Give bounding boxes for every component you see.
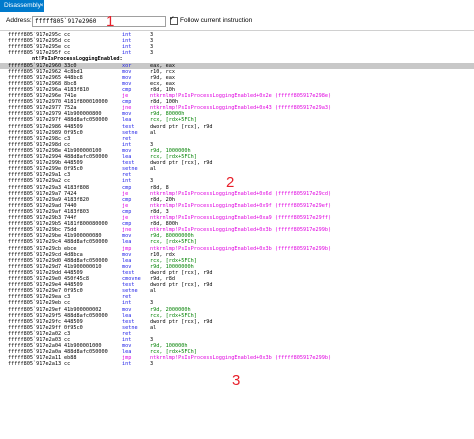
instruction-bytes: cc <box>64 361 71 368</box>
follow-checkbox[interactable] <box>170 14 178 25</box>
tab-title: Disassembly <box>4 2 41 9</box>
annotation-1: 1 <box>106 13 115 30</box>
close-icon[interactable]: × <box>40 0 44 12</box>
instruction-mnemonic: int <box>122 361 132 368</box>
follow-label: Follow current instruction <box>180 17 253 24</box>
divider <box>0 30 474 31</box>
disasm-row[interactable]: fffff805`917e2a13 cc int 3 <box>0 361 474 367</box>
address-input[interactable]: fffff805`917e2960 <box>32 16 166 27</box>
annotation-3: 3 <box>232 372 241 389</box>
instruction-operands: 3 <box>150 361 154 368</box>
tab-disassembly[interactable]: Disassembly × <box>0 0 44 12</box>
tab-bar: Disassembly × <box>0 0 474 12</box>
address-label: Address: <box>6 17 32 24</box>
instruction-address: fffff805`917e2a13 <box>8 361 62 368</box>
address-bar: Address: fffff805`917e2960 Follow curren… <box>0 14 474 28</box>
annotation-2: 2 <box>226 174 235 191</box>
